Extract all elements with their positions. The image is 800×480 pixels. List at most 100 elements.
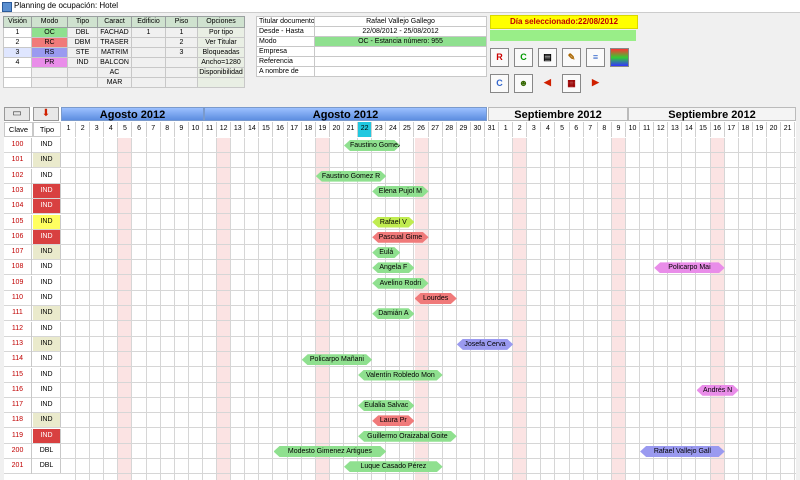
day-header[interactable]: 18 bbox=[738, 122, 753, 137]
filter-cell[interactable]: AC bbox=[97, 67, 132, 78]
booking-bar[interactable]: Policarpo Mañani bbox=[302, 354, 373, 365]
filter-cell[interactable]: 3 bbox=[165, 47, 198, 58]
filter-cell[interactable]: MATRIM bbox=[97, 47, 132, 58]
day-header[interactable]: 23 bbox=[372, 122, 387, 137]
filter-cell[interactable]: DBL bbox=[67, 27, 98, 38]
day-header[interactable]: 28 bbox=[442, 122, 457, 137]
filter-cell[interactable]: 3 bbox=[3, 47, 32, 58]
filter-cell[interactable]: IND bbox=[67, 57, 98, 68]
booking-bar[interactable]: Laura Pr bbox=[372, 415, 414, 426]
day-header[interactable]: 8 bbox=[160, 122, 175, 137]
day-header[interactable]: 18 bbox=[301, 122, 316, 137]
filter-cell[interactable] bbox=[31, 67, 68, 78]
day-header[interactable]: 14 bbox=[245, 122, 260, 137]
room-row[interactable]: 116 IND bbox=[4, 382, 796, 398]
day-header[interactable]: 19 bbox=[315, 122, 330, 137]
filter-cell[interactable] bbox=[3, 77, 32, 88]
room-row[interactable]: 110 IND bbox=[4, 291, 796, 306]
day-header[interactable]: 6 bbox=[569, 122, 584, 137]
day-header[interactable]: 21 bbox=[344, 122, 359, 137]
booking-bar[interactable]: Damián A bbox=[372, 308, 414, 319]
filter-cell[interactable]: 1 bbox=[131, 27, 166, 38]
day-header[interactable]: 20 bbox=[767, 122, 782, 137]
booking-bar[interactable]: Lourdes bbox=[415, 293, 457, 304]
scroll-down-button[interactable]: ⬇ bbox=[33, 107, 59, 121]
day-header[interactable]: 26 bbox=[414, 122, 429, 137]
reserve-icon[interactable]: R bbox=[490, 48, 509, 67]
day-header[interactable]: 5 bbox=[555, 122, 570, 137]
booking-bar[interactable]: Eulalia Salvac bbox=[358, 400, 414, 411]
day-header[interactable]: 10 bbox=[626, 122, 641, 137]
day-header[interactable]: 11 bbox=[640, 122, 655, 137]
day-header[interactable]: 5 bbox=[118, 122, 133, 137]
filter-cell[interactable]: OC bbox=[31, 27, 68, 38]
print-icon[interactable]: ▤ bbox=[538, 48, 557, 67]
checkin-icon[interactable]: C bbox=[514, 48, 533, 67]
day-header[interactable]: 24 bbox=[386, 122, 401, 137]
day-header[interactable]: 4 bbox=[104, 122, 119, 137]
filter-cell[interactable]: 4 bbox=[3, 57, 32, 68]
room-row[interactable]: 102 IND bbox=[4, 168, 796, 184]
filter-cell[interactable] bbox=[197, 77, 245, 88]
day-header[interactable]: 7 bbox=[146, 122, 161, 137]
booking-bar[interactable]: Modesto Gimenez Artigues bbox=[274, 446, 387, 457]
list-icon[interactable]: ≡ bbox=[586, 48, 605, 67]
palette-icon[interactable] bbox=[610, 48, 629, 67]
filter-cell[interactable]: STE bbox=[67, 47, 98, 58]
filter-cell[interactable]: MAR bbox=[97, 77, 132, 88]
filter-cell[interactable]: Disponibilidad bbox=[197, 67, 245, 78]
day-header[interactable]: 2 bbox=[76, 122, 91, 137]
booking-bar[interactable]: Rafael Vallejo Gall bbox=[640, 446, 725, 457]
filter-cell[interactable]: Ver Titular bbox=[197, 37, 245, 48]
booking-bar[interactable]: Faustino Gomez R bbox=[316, 171, 387, 182]
filter-cell[interactable]: TRASER bbox=[97, 37, 132, 48]
day-header[interactable]: 9 bbox=[174, 122, 189, 137]
prev-icon[interactable]: ◀ bbox=[538, 74, 557, 93]
filter-cell[interactable] bbox=[165, 57, 198, 68]
day-header[interactable]: 27 bbox=[428, 122, 443, 137]
filter-cell[interactable]: Ancho=1280 bbox=[197, 57, 245, 68]
grid-view-button[interactable]: ▭ bbox=[4, 107, 30, 121]
person-icon[interactable]: ☻ bbox=[514, 74, 533, 93]
booking-bar[interactable]: Valentín Robledo Mon bbox=[358, 370, 443, 381]
filter-cell[interactable]: Bloqueadas bbox=[197, 47, 245, 58]
day-header[interactable]: 29 bbox=[456, 122, 471, 137]
filter-cell[interactable] bbox=[67, 77, 98, 88]
room-row[interactable]: 104 IND bbox=[4, 199, 796, 215]
day-header[interactable]: 7 bbox=[583, 122, 598, 137]
booking-bar[interactable]: Avelino Rodri bbox=[372, 278, 428, 289]
day-header[interactable]: 12 bbox=[217, 122, 232, 137]
day-header[interactable]: 16 bbox=[710, 122, 725, 137]
filter-cell[interactable] bbox=[131, 57, 166, 68]
day-header[interactable]: 13 bbox=[668, 122, 683, 137]
filter-cell[interactable]: 2 bbox=[165, 37, 198, 48]
day-header[interactable]: 10 bbox=[188, 122, 203, 137]
tools-icon[interactable]: ✎ bbox=[562, 48, 581, 67]
room-row[interactable]: 101 IND bbox=[4, 153, 796, 169]
booking-bar[interactable]: Eulá bbox=[372, 247, 400, 258]
filter-cell[interactable] bbox=[131, 47, 166, 58]
booking-bar[interactable]: Rafael V bbox=[372, 217, 414, 228]
filter-cell[interactable] bbox=[67, 67, 98, 78]
day-header[interactable]: 3 bbox=[527, 122, 542, 137]
day-header[interactable]: 2 bbox=[513, 122, 528, 137]
booking-bar[interactable]: Guillermo Oraizabal Goite bbox=[358, 431, 457, 442]
day-header[interactable]: 31 bbox=[485, 122, 500, 137]
booking-bar[interactable]: Luque Casado Pérez bbox=[344, 461, 443, 472]
booking-bar[interactable]: Andrés N bbox=[697, 385, 739, 396]
filter-cell[interactable]: FACHAD bbox=[97, 27, 132, 38]
day-header[interactable]: 21 bbox=[781, 122, 796, 137]
day-header[interactable]: 4 bbox=[541, 122, 556, 137]
filter-cell[interactable]: BALCON bbox=[97, 57, 132, 68]
filter-cell[interactable] bbox=[131, 67, 166, 78]
filter-cell[interactable]: 1 bbox=[3, 27, 32, 38]
day-header[interactable]: 22 bbox=[795, 122, 796, 137]
day-header[interactable]: 17 bbox=[287, 122, 302, 137]
day-header[interactable]: 25 bbox=[400, 122, 415, 137]
day-header[interactable]: 17 bbox=[724, 122, 739, 137]
day-header[interactable]: 12 bbox=[654, 122, 669, 137]
filter-cell[interactable]: RC bbox=[31, 37, 68, 48]
filter-cell[interactable] bbox=[131, 37, 166, 48]
day-header[interactable]: 20 bbox=[329, 122, 344, 137]
filter-cell[interactable] bbox=[165, 77, 198, 88]
